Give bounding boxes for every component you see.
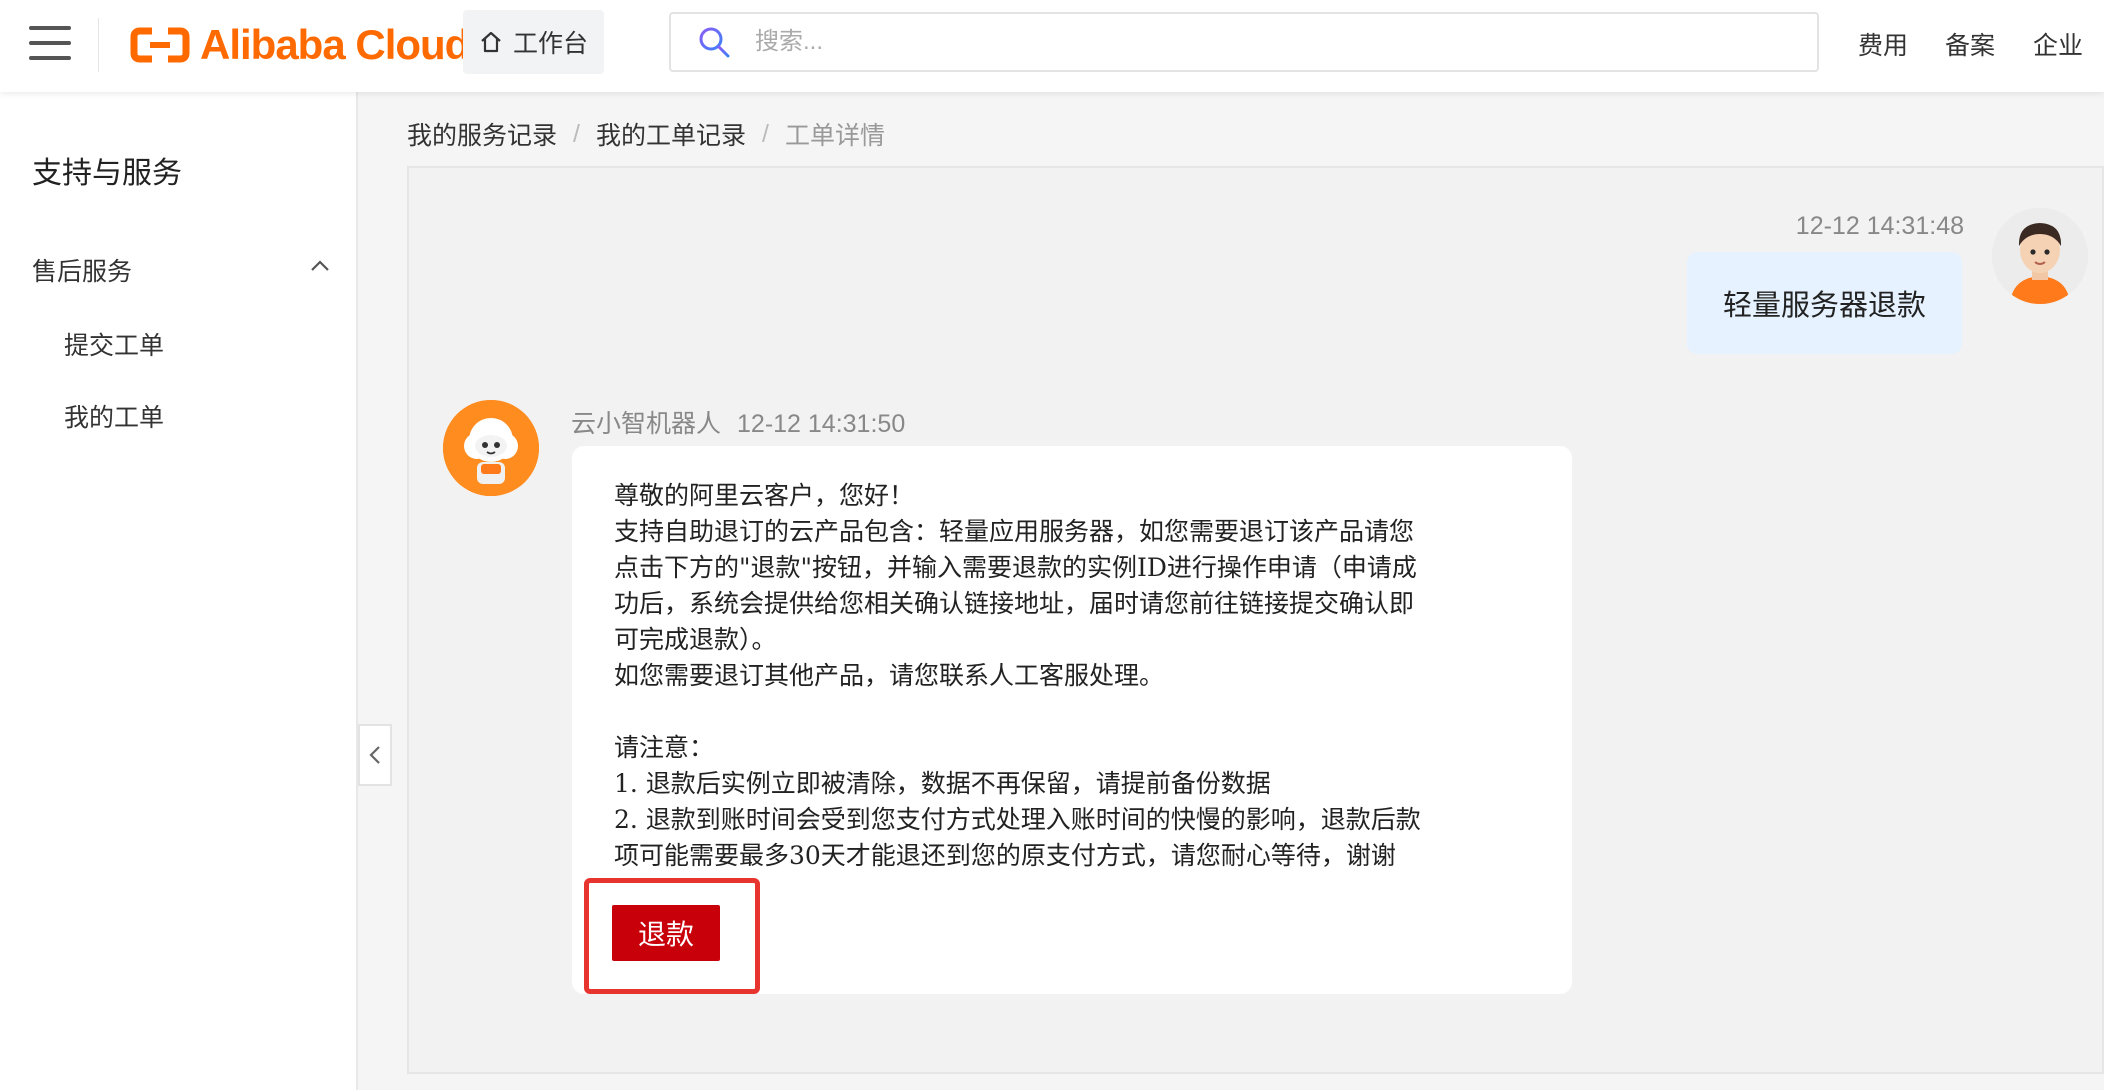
bot-name: 云小智机器人	[571, 410, 722, 438]
workbench-button[interactable]: 工作台	[463, 10, 604, 74]
user-avatar	[1992, 208, 2088, 304]
ticket-chat-panel: 12-12 14:31:48 轻量服务器退款 云小智机器人 12-12 14:31…	[407, 166, 2104, 1074]
bot-message-text: 尊敬的阿里云客户，您好！ 支持自助退订的云产品包含：轻量应用服务器，如您需要退订…	[614, 481, 1421, 870]
search-input[interactable]	[753, 27, 1657, 57]
brand-name: Alibaba Cloud	[200, 21, 470, 68]
header-divider	[98, 18, 99, 72]
breadcrumb: 我的服务记录 / 我的工单记录 / 工单详情	[407, 116, 885, 152]
sidebar-collapse-button[interactable]	[358, 724, 392, 786]
breadcrumb-ticket-detail: 工单详情	[784, 122, 885, 150]
bot-message-time: 12-12 14:31:50	[737, 410, 906, 438]
user-message-time: 12-12 14:31:48	[1795, 212, 1964, 240]
search-icon	[699, 27, 730, 58]
breadcrumb-ticket-records[interactable]: 我的工单记录	[596, 116, 746, 152]
chevron-left-icon	[369, 746, 380, 764]
bot-avatar-image	[443, 400, 539, 496]
bot-avatar	[443, 400, 539, 496]
sidebar-title: 支持与服务	[32, 157, 182, 190]
workbench-label: 工作台	[512, 30, 588, 58]
sidebar-item-my-tickets[interactable]: 我的工单	[64, 398, 164, 434]
user-avatar-image	[1992, 208, 2088, 304]
sidebar-group-label: 售后服务	[32, 258, 133, 286]
home-icon	[481, 31, 501, 53]
nav-fees[interactable]: 费用	[1858, 26, 1908, 62]
breadcrumb-separator: /	[761, 119, 769, 148]
breadcrumb-service-records[interactable]: 我的服务记录	[407, 116, 557, 152]
sidebar: 支持与服务 售后服务 提交工单 我的工单	[0, 92, 358, 1090]
sidebar-item-submit-ticket[interactable]: 提交工单	[64, 326, 164, 362]
alibaba-cloud-logo[interactable]: Alibaba Cloud	[130, 18, 470, 72]
top-bar: Alibaba Cloud 工作台 费用 备案 企业	[0, 0, 2104, 92]
sidebar-group-after-sales[interactable]: 售后服务	[32, 252, 332, 288]
breadcrumb-separator: /	[573, 119, 580, 148]
refund-button[interactable]: 退款	[612, 905, 720, 961]
bot-message-card: 尊敬的阿里云客户，您好！ 支持自助退订的云产品包含：轻量应用服务器，如您需要退订…	[572, 446, 1572, 994]
alibaba-logo-icon	[130, 27, 190, 63]
bot-message-meta: 云小智机器人 12-12 14:31:50	[571, 404, 921, 440]
nav-enterprise[interactable]: 企业	[2033, 26, 2083, 62]
hamburger-menu-icon[interactable]	[29, 24, 71, 62]
nav-filing[interactable]: 备案	[1945, 26, 1995, 62]
chevron-up-icon	[311, 260, 329, 271]
user-message-bubble: 轻量服务器退款	[1687, 252, 1962, 354]
search-box[interactable]	[669, 12, 1819, 72]
